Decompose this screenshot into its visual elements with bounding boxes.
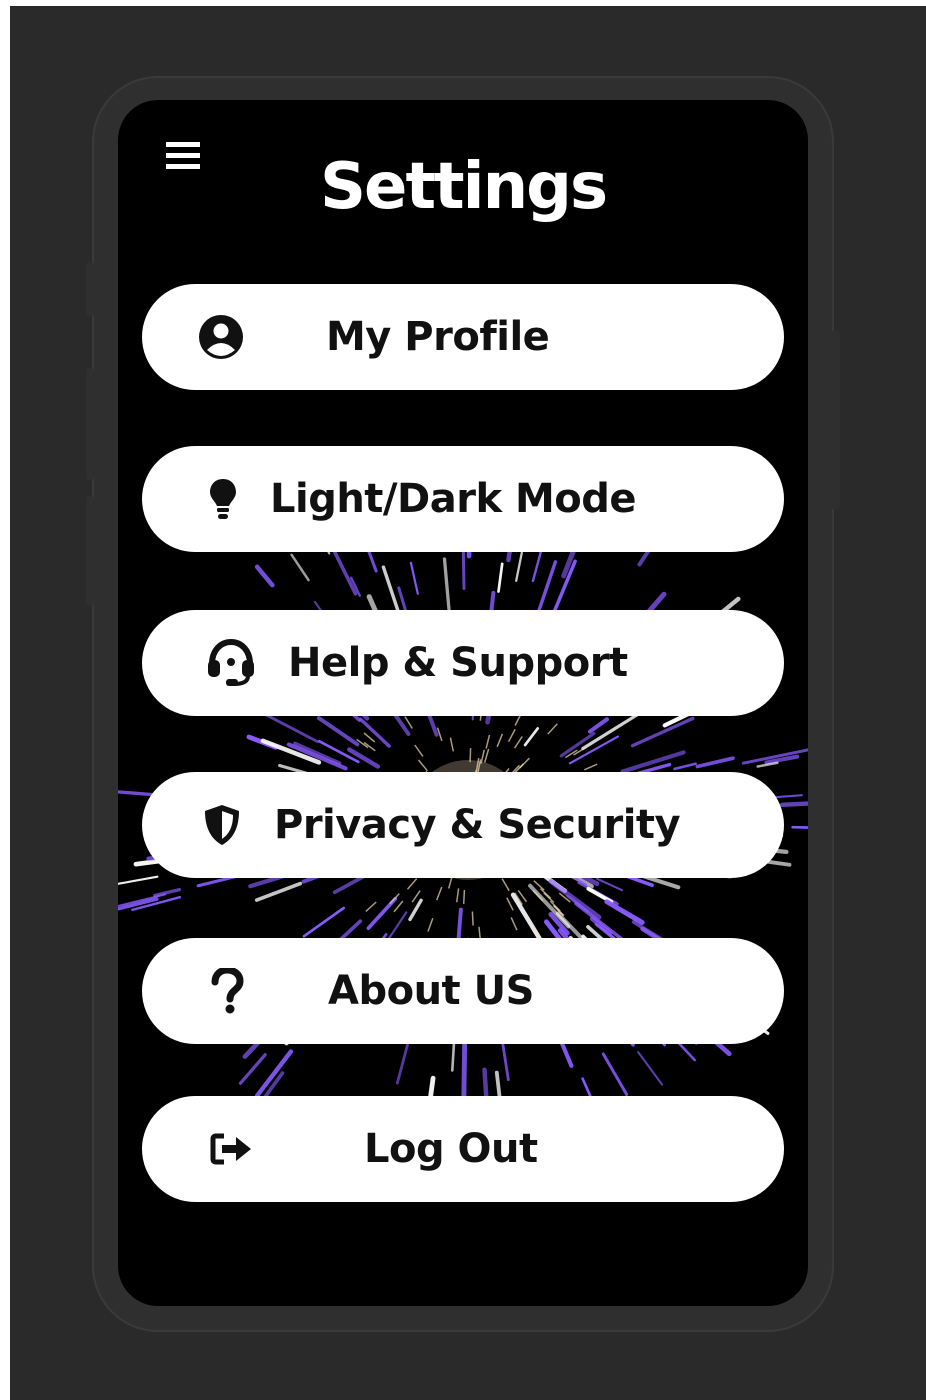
headset-icon	[204, 638, 258, 688]
about-us-label: About US	[328, 968, 534, 1014]
phone-side-button	[86, 262, 94, 316]
phone-side-button	[86, 496, 94, 606]
logout-icon	[210, 1131, 254, 1167]
phone-side-button	[832, 330, 840, 510]
my-profile-label: My Profile	[326, 314, 550, 360]
privacy-security-button[interactable]: Privacy & Security	[142, 772, 784, 878]
my-profile-button[interactable]: My Profile	[142, 284, 784, 390]
shield-icon	[202, 802, 242, 848]
hamburger-menu-icon[interactable]	[166, 140, 202, 172]
log-out-label: Log Out	[364, 1126, 538, 1172]
about-us-button[interactable]: About US	[142, 938, 784, 1044]
privacy-security-label: Privacy & Security	[274, 802, 681, 848]
page-title: Settings	[319, 150, 608, 224]
user-circle-icon	[198, 314, 244, 360]
log-out-button[interactable]: Log Out	[142, 1096, 784, 1202]
phone-screen: Settings My Profile Light/Dark Mode Help…	[118, 100, 808, 1306]
lightbulb-icon	[208, 477, 238, 521]
phone-side-button	[86, 368, 94, 480]
help-support-button[interactable]: Help & Support	[142, 610, 784, 716]
light-dark-mode-label: Light/Dark Mode	[270, 476, 637, 522]
question-mark-icon	[210, 968, 244, 1014]
light-dark-mode-button[interactable]: Light/Dark Mode	[142, 446, 784, 552]
help-support-label: Help & Support	[288, 640, 628, 686]
